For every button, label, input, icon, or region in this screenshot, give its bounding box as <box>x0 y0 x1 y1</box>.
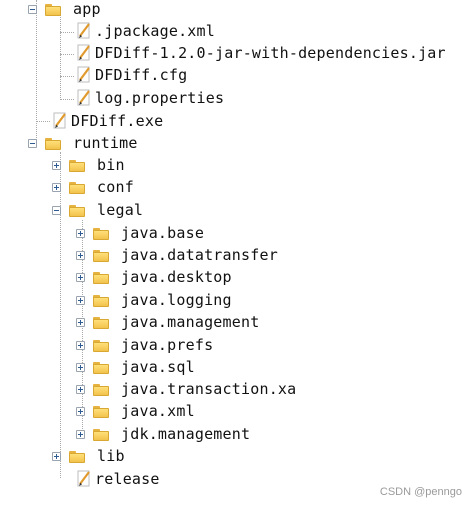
text-file-icon <box>76 89 92 107</box>
expand-plus-icon[interactable] <box>76 384 85 394</box>
expand-plus-icon[interactable] <box>76 406 85 416</box>
tree-item-label: .jpackage.xml <box>95 22 215 40</box>
folder-icon <box>69 160 85 172</box>
tree-item-label: log.properties <box>95 89 225 107</box>
folder-icon <box>93 406 109 418</box>
expand-plus-icon[interactable] <box>76 362 85 372</box>
folder-icon <box>93 272 109 284</box>
tree-connector <box>36 0 37 144</box>
tree-connector <box>60 76 74 77</box>
tree-item-label: java.desktop <box>121 268 232 286</box>
tree-item-label: bin <box>97 156 125 174</box>
tree-item-java-transaction-xa[interactable]: java.transaction.xa <box>76 378 296 400</box>
tree-item-label: runtime <box>73 134 138 152</box>
folder-icon <box>93 250 109 262</box>
folder-icon <box>69 451 85 463</box>
tree-connector <box>60 14 61 100</box>
tree-item-label: lib <box>97 447 125 465</box>
tree-item-file[interactable]: DFDiff.cfg <box>76 64 187 86</box>
tree-item-label: DFDiff-1.2.0-jar-with-dependencies.jar <box>95 44 446 62</box>
tree-item-label: java.sql <box>121 358 195 376</box>
tree-item-label: java.management <box>121 313 260 331</box>
folder-icon <box>45 4 61 16</box>
tree-item-lib[interactable]: lib <box>52 445 125 467</box>
tree-item-conf[interactable]: conf <box>52 176 134 198</box>
expand-plus-icon[interactable] <box>52 160 61 170</box>
tree-item-file[interactable]: .jpackage.xml <box>76 20 215 42</box>
text-file-icon <box>52 112 68 130</box>
tree-item-runtime[interactable]: runtime <box>28 132 138 154</box>
folder-icon <box>93 384 109 396</box>
folder-icon <box>93 317 109 329</box>
tree-item-label: DFDiff.cfg <box>95 66 188 84</box>
text-file-icon <box>76 44 92 62</box>
tree-connector <box>36 121 50 122</box>
tree-item-java-desktop[interactable]: java.desktop <box>76 266 232 288</box>
collapse-minus-icon[interactable] <box>28 4 37 14</box>
tree-item-label: conf <box>97 178 134 196</box>
expand-plus-icon[interactable] <box>76 429 85 439</box>
text-file-icon <box>76 470 92 488</box>
folder-icon <box>45 138 61 150</box>
expand-plus-icon[interactable] <box>52 182 61 192</box>
tree-item-label: app <box>73 0 101 18</box>
tree-item-java-xml[interactable]: java.xml <box>76 400 195 422</box>
tree-item-label: java.prefs <box>121 336 214 354</box>
tree-item-label: java.logging <box>121 291 232 309</box>
folder-icon <box>93 340 109 352</box>
folder-icon <box>69 205 85 217</box>
expand-plus-icon[interactable] <box>76 250 85 260</box>
tree-item-label: release <box>95 470 160 488</box>
tree-item-app[interactable]: app <box>28 0 101 20</box>
expand-plus-icon[interactable] <box>76 295 85 305</box>
expand-plus-icon[interactable] <box>76 272 85 282</box>
folder-icon <box>93 295 109 307</box>
folder-icon <box>93 362 109 374</box>
expand-plus-icon[interactable] <box>52 451 61 461</box>
tree-item-label: java.base <box>121 224 205 242</box>
tree-item-java-sql[interactable]: java.sql <box>76 356 195 378</box>
tree-item-jdk-management[interactable]: jdk.management <box>76 423 250 445</box>
folder-icon <box>93 429 109 441</box>
text-file-icon <box>76 22 92 40</box>
expand-plus-icon[interactable] <box>76 317 85 327</box>
tree-item-java-datatransfer[interactable]: java.datatransfer <box>76 244 278 266</box>
tree-item-label: java.transaction.xa <box>121 380 297 398</box>
tree-item-bin[interactable]: bin <box>52 154 125 176</box>
tree-item-label: java.datatransfer <box>121 246 278 264</box>
tree-item-label: DFDiff.exe <box>71 112 164 130</box>
tree-item-java-management[interactable]: java.management <box>76 311 259 333</box>
tree-item-release[interactable]: release <box>76 468 160 490</box>
text-file-icon <box>76 66 92 84</box>
folder-icon <box>69 182 85 194</box>
tree-item-file[interactable]: DFDiff-1.2.0-jar-with-dependencies.jar <box>76 42 446 64</box>
tree-item-label: java.xml <box>121 402 195 420</box>
tree-connector <box>60 99 74 100</box>
tree-item-file[interactable]: log.properties <box>76 87 224 109</box>
expand-plus-icon[interactable] <box>76 228 85 238</box>
tree-item-java-base[interactable]: java.base <box>76 222 204 244</box>
tree-connector <box>60 54 74 55</box>
tree-item-label: jdk.management <box>121 425 251 443</box>
tree-connector <box>60 32 74 33</box>
collapse-minus-icon[interactable] <box>28 138 37 148</box>
tree-item-java-logging[interactable]: java.logging <box>76 289 232 311</box>
collapse-minus-icon[interactable] <box>52 205 61 215</box>
tree-item-label: legal <box>97 201 144 219</box>
watermark: CSDN @penngo <box>379 486 462 498</box>
file-tree: app .jpackage.xml DFDiff-1.2.0-jar-with-… <box>0 0 474 508</box>
folder-icon <box>93 228 109 240</box>
expand-plus-icon[interactable] <box>76 340 85 350</box>
tree-item-exe[interactable]: DFDiff.exe <box>52 110 163 132</box>
tree-item-legal[interactable]: legal <box>52 199 143 221</box>
tree-item-java-prefs[interactable]: java.prefs <box>76 334 213 356</box>
